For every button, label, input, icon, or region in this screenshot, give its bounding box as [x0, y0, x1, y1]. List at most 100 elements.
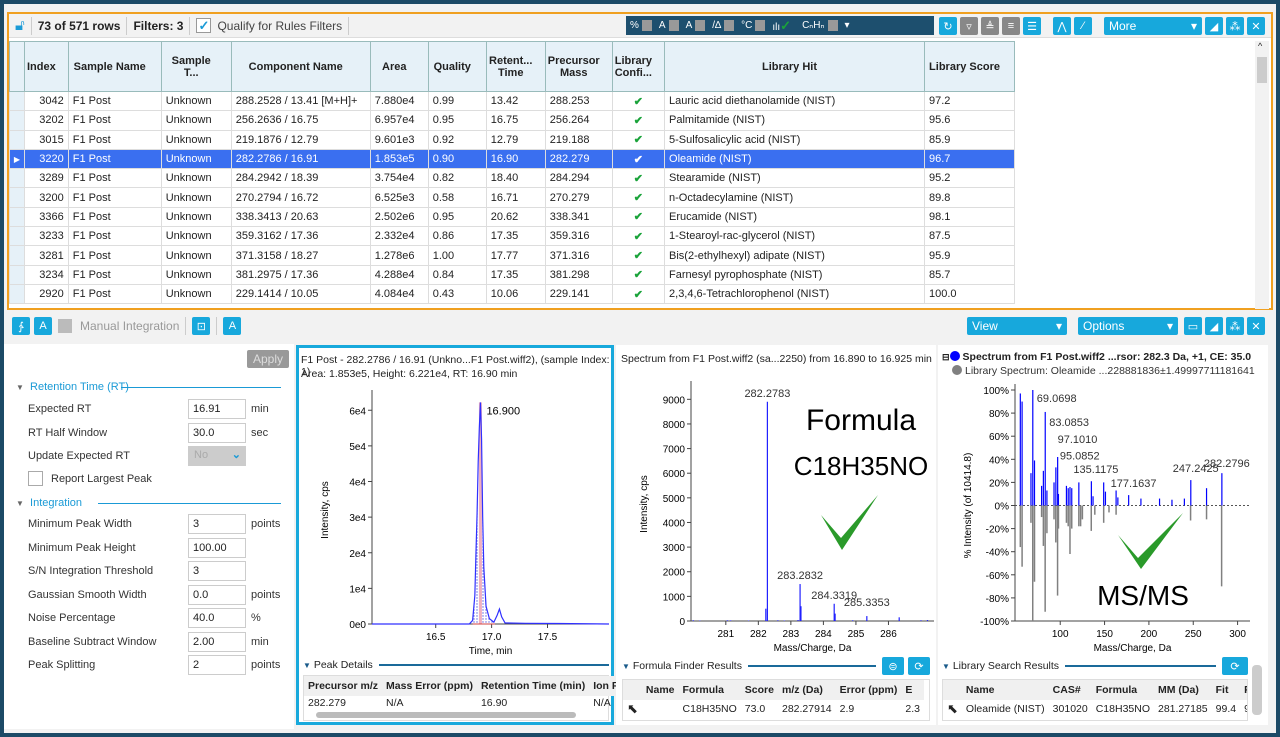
- field-input[interactable]: 30.0: [188, 423, 246, 443]
- column-header[interactable]: Library Hit: [664, 41, 926, 92]
- table-row[interactable]: 3042 F1 Post Unknown 288.2528 / 13.41 [M+H]…: [9, 90, 1016, 112]
- field-input[interactable]: 3: [188, 514, 246, 534]
- refresh-button[interactable]: ↻: [939, 17, 957, 35]
- table-row[interactable]: 3281 F1 Post Unknown 371.3158 / 18.27 1.278e…: [9, 245, 1016, 266]
- close-button[interactable]: ✕: [1247, 317, 1265, 335]
- align-center-button[interactable]: ≜: [981, 17, 999, 35]
- column-header[interactable]: Quality: [427, 41, 487, 92]
- row-header[interactable]: [9, 110, 25, 131]
- column-header[interactable]: Library Confi...: [611, 41, 666, 92]
- report-largest-peak-checkbox[interactable]: [28, 471, 43, 486]
- flag-dropdown-icon[interactable]: ▾: [845, 20, 850, 31]
- resize-button[interactable]: ◢: [1205, 317, 1223, 335]
- table-row[interactable]: 3200 F1 Post Unknown 270.2794 / 16.72 6.525e…: [9, 187, 1016, 208]
- row-header[interactable]: [9, 187, 25, 208]
- area-flag-icon[interactable]: A: [659, 20, 666, 31]
- row-header[interactable]: [9, 206, 25, 228]
- zoom-fit-button[interactable]: ⊡: [192, 317, 211, 335]
- table-row[interactable]: 3289 F1 Post Unknown 284.2942 / 18.39 3.754e…: [9, 168, 1016, 189]
- column-header[interactable]: Retent... Time: [485, 41, 546, 92]
- library-flag-icon[interactable]: ılı✓: [772, 18, 791, 34]
- row-header[interactable]: [9, 90, 25, 112]
- formula-flag-icon[interactable]: CₙHₙ: [802, 20, 824, 31]
- field-input[interactable]: 2: [188, 655, 246, 675]
- sort-button[interactable]: ≡: [1002, 17, 1020, 35]
- row-header[interactable]: [9, 245, 25, 266]
- library-search-header[interactable]: ▼ Library Search Results ⟳: [942, 657, 1248, 675]
- table-row[interactable]: 2920 F1 Post Unknown 229.1414 / 10.05 4.084e…: [9, 283, 1016, 305]
- field-input[interactable]: 2.00: [188, 632, 246, 652]
- more-dropdown[interactable]: More ▾: [1104, 17, 1202, 35]
- column-header[interactable]: Sample Name: [67, 41, 162, 92]
- table-row[interactable]: 3015 F1 Post Unknown 219.1876 / 12.79 9.601e…: [9, 129, 1016, 150]
- unlock-icon[interactable]: 🔓︎: [15, 17, 25, 34]
- manual-integration-checkbox[interactable]: [58, 319, 72, 333]
- formula-finder-header[interactable]: ▼ Formula Finder Results ⊜ ⟳: [622, 657, 930, 675]
- table-row[interactable]: 3233 F1 Post Unknown 359.3162 / 17.36 2.332e…: [9, 226, 1016, 247]
- row-header[interactable]: [9, 283, 25, 305]
- row-header[interactable]: [9, 129, 25, 150]
- field-input[interactable]: 16.91: [188, 399, 246, 419]
- field-input[interactable]: 3: [188, 561, 246, 581]
- formula-search-button[interactable]: ⟳: [908, 657, 930, 675]
- pattern-button[interactable]: ⁂: [1226, 17, 1244, 35]
- options-dropdown[interactable]: Options ▾: [1078, 317, 1178, 335]
- pattern-button[interactable]: ⁂: [1226, 317, 1244, 335]
- horizontal-scrollbar[interactable]: [943, 718, 1247, 720]
- table-vertical-scrollbar[interactable]: ^: [1255, 41, 1269, 309]
- spectrum-chart[interactable]: 0 1000 2000 3000 4000 5000 6000 7000 8000 9000 281…: [616, 375, 936, 655]
- retention-time-section[interactable]: ▼ Retention Time (RT): [16, 381, 281, 393]
- open-result-icon[interactable]: ⬉: [623, 700, 642, 718]
- qualify-checkbox[interactable]: ✓: [196, 18, 212, 33]
- table-row[interactable]: 3202 F1 Post Unknown 256.2636 / 16.75 6.957e…: [9, 110, 1016, 131]
- column-header[interactable]: Library Score: [924, 41, 1016, 92]
- list-button[interactable]: ☰: [1023, 17, 1041, 35]
- column-header[interactable]: Component Name: [230, 41, 371, 92]
- pane-vertical-scrollbar[interactable]: [1252, 665, 1262, 715]
- column-header[interactable]: Area: [369, 41, 429, 92]
- row-header[interactable]: ▶: [9, 148, 25, 170]
- update-expected-rt-select[interactable]: No ⌄: [188, 446, 246, 466]
- column-header[interactable]: Index: [24, 41, 69, 92]
- library-search-button[interactable]: ⟳: [1222, 657, 1248, 675]
- formula-settings-button[interactable]: ⊜: [882, 657, 904, 675]
- field-input[interactable]: 0.0: [188, 585, 246, 605]
- table-row[interactable]: 3234 F1 Post Unknown 381.2975 / 17.36 4.288e…: [9, 264, 1016, 285]
- cell-type: Unknown: [160, 110, 232, 131]
- mass-error-flag-icon[interactable]: /∆: [712, 20, 721, 31]
- xic-chart[interactable]: 0e0 1e4 2e4 3e4 4e4 5e4 6e4 16.5 17.0 17.5 Time, m…: [299, 384, 611, 659]
- legend-sample[interactable]: ⊟ Spectrum from F1 Post.wiff2 ...rsor: 28…: [942, 351, 1251, 363]
- row-header[interactable]: [9, 264, 25, 285]
- table-row[interactable]: 3366 F1 Post Unknown 338.3413 / 20.63 2.502e…: [9, 206, 1016, 228]
- row-header[interactable]: [9, 168, 25, 189]
- column-header[interactable]: Precursor Mass: [544, 41, 613, 92]
- peak-button[interactable]: ⋀: [1053, 17, 1071, 35]
- table-row[interactable]: ▶ 3220 F1 Post Unknown 282.2786 / 16.91 1.853…: [9, 148, 1016, 170]
- view-dropdown[interactable]: View ▾: [967, 317, 1067, 335]
- field-input[interactable]: 100.00: [188, 538, 246, 558]
- window-button[interactable]: ▭: [1184, 317, 1202, 335]
- field-input[interactable]: 40.0: [188, 608, 246, 628]
- resize-button[interactable]: ◢: [1205, 17, 1223, 35]
- area-ratio-flag-icon[interactable]: A: [686, 20, 693, 31]
- cell-index: 3281: [24, 245, 69, 266]
- row-header[interactable]: [9, 226, 25, 247]
- msms-mirror-chart[interactable]: -100% -80% -60% -40% -20% 0% 20% 40% 60% 80% 100% 1…: [938, 375, 1258, 655]
- isotope-flag-icon[interactable]: °C: [741, 20, 752, 31]
- percent-flag-icon[interactable]: %: [630, 20, 639, 31]
- column-header[interactable]: Sample T...: [160, 41, 232, 92]
- formula-fx-button[interactable]: ∱: [12, 317, 30, 335]
- filter-button[interactable]: ▿: [960, 17, 978, 35]
- apply-button[interactable]: Apply: [247, 350, 289, 368]
- cell-rt: 16.75: [485, 110, 546, 131]
- peak-label-button[interactable]: A: [223, 317, 242, 335]
- open-result-icon[interactable]: ⬉: [943, 700, 962, 718]
- horizontal-scrollbar[interactable]: [623, 718, 929, 720]
- close-button[interactable]: ✕: [1247, 17, 1265, 35]
- integration-section[interactable]: ▼ Integration: [16, 497, 281, 509]
- line-button[interactable]: ⁄: [1074, 17, 1092, 35]
- horizontal-scrollbar[interactable]: [304, 710, 608, 720]
- peak-details-header[interactable]: ▼ Peak Details: [303, 659, 609, 671]
- annotate-button[interactable]: A: [34, 317, 52, 335]
- collapse-icon[interactable]: ⊟: [942, 352, 950, 362]
